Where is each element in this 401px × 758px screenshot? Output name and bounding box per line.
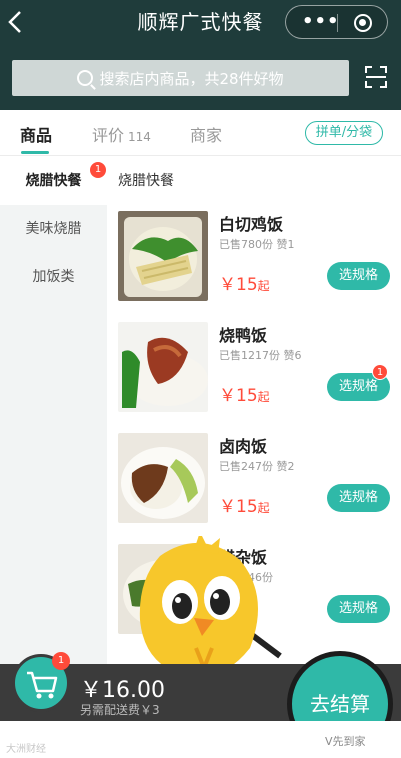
select-spec-button[interactable]: 选规格	[327, 262, 390, 290]
product-item[interactable]: 白切鸡饭 已售780份 赞1 ￥15起 选规格	[107, 211, 401, 321]
mini-program-capsule: •••	[285, 5, 388, 39]
product-price: ￥15起	[219, 492, 270, 517]
watermark-left: 大洲财经	[6, 744, 46, 755]
product-sales: 已售780份	[219, 238, 273, 251]
cart-total: ￥16.00	[80, 678, 165, 703]
tab-reviews-label: 评价	[92, 126, 125, 145]
cart-count-badge: 1	[52, 652, 70, 670]
product-likes: 赞1	[276, 238, 295, 251]
product-price: ￥15起	[219, 381, 270, 406]
category-sidebar: 烧腊快餐 美味烧腊 加饭类	[0, 157, 107, 677]
search-input[interactable]: 搜索店内商品，共28件好物	[12, 60, 349, 96]
product-sales: 已售247份	[219, 460, 273, 473]
scan-icon[interactable]	[364, 65, 388, 89]
select-spec-button[interactable]: 选规格	[327, 595, 390, 623]
target-close-icon[interactable]	[354, 14, 372, 32]
category-item-tasty-roast[interactable]: 美味烧腊	[0, 205, 107, 253]
search-icon	[77, 70, 94, 86]
product-stats: 已售1217份 赞6	[219, 347, 302, 363]
product-likes: 赞2	[276, 460, 295, 473]
product-stats: 已售780份 赞1	[219, 236, 295, 252]
tab-bar: 商品 评价 114 商家 拼单/分袋	[0, 110, 401, 156]
selection-count-badge: 1	[372, 364, 388, 380]
tab-merchant-label: 商家	[190, 126, 223, 145]
product-price: ￥15起	[219, 270, 270, 295]
product-likes: 赞6	[283, 349, 302, 362]
tab-reviews[interactable]: 评价 114	[92, 122, 151, 146]
price-from: 起	[257, 279, 270, 293]
product-name: 卤肉饭	[219, 437, 268, 456]
tab-products[interactable]: 商品	[20, 122, 52, 146]
product-name: 烧鸭饭	[219, 326, 268, 345]
tab-products-label: 商品	[20, 126, 53, 145]
group-order-button[interactable]: 拼单/分袋	[305, 121, 383, 145]
price-from: 起	[257, 501, 270, 515]
category-item-extra-rice[interactable]: 加饭类	[0, 253, 107, 301]
product-image	[118, 433, 208, 523]
app-header: 顺辉广式快餐 ••• 搜索店内商品，共28件好物	[0, 0, 401, 110]
product-stats: 已售247份 赞2	[219, 458, 295, 474]
product-item[interactable]: 卤肉饭 已售247份 赞2 ￥15起 选规格	[107, 433, 401, 543]
search-placeholder: 搜索店内商品，共28件好物	[99, 69, 284, 88]
capsule-divider	[337, 14, 338, 32]
review-count: 114	[128, 130, 151, 144]
price-value: ￥15	[219, 275, 258, 295]
price-value: ￥15	[219, 386, 258, 406]
product-image	[118, 211, 208, 301]
active-tab-indicator	[21, 151, 49, 154]
product-sales: 已售1217份	[219, 349, 280, 362]
price-value: ￥15	[219, 497, 258, 517]
product-name: 白切鸡饭	[219, 215, 284, 234]
tab-merchant[interactable]: 商家	[190, 122, 222, 146]
price-from: 起	[257, 390, 270, 404]
section-title: 烧腊快餐	[118, 173, 174, 189]
product-item[interactable]: 烧鸭饭 已售1217份 赞6 ￥15起 选规格 1	[107, 322, 401, 432]
product-image	[118, 322, 208, 412]
watermark-right: V先到家	[325, 735, 366, 748]
delivery-fee: 另需配送费￥3	[80, 703, 160, 717]
more-dots-icon[interactable]: •••	[302, 12, 340, 32]
select-spec-button[interactable]: 选规格	[327, 484, 390, 512]
category-badge: 1	[90, 162, 106, 178]
